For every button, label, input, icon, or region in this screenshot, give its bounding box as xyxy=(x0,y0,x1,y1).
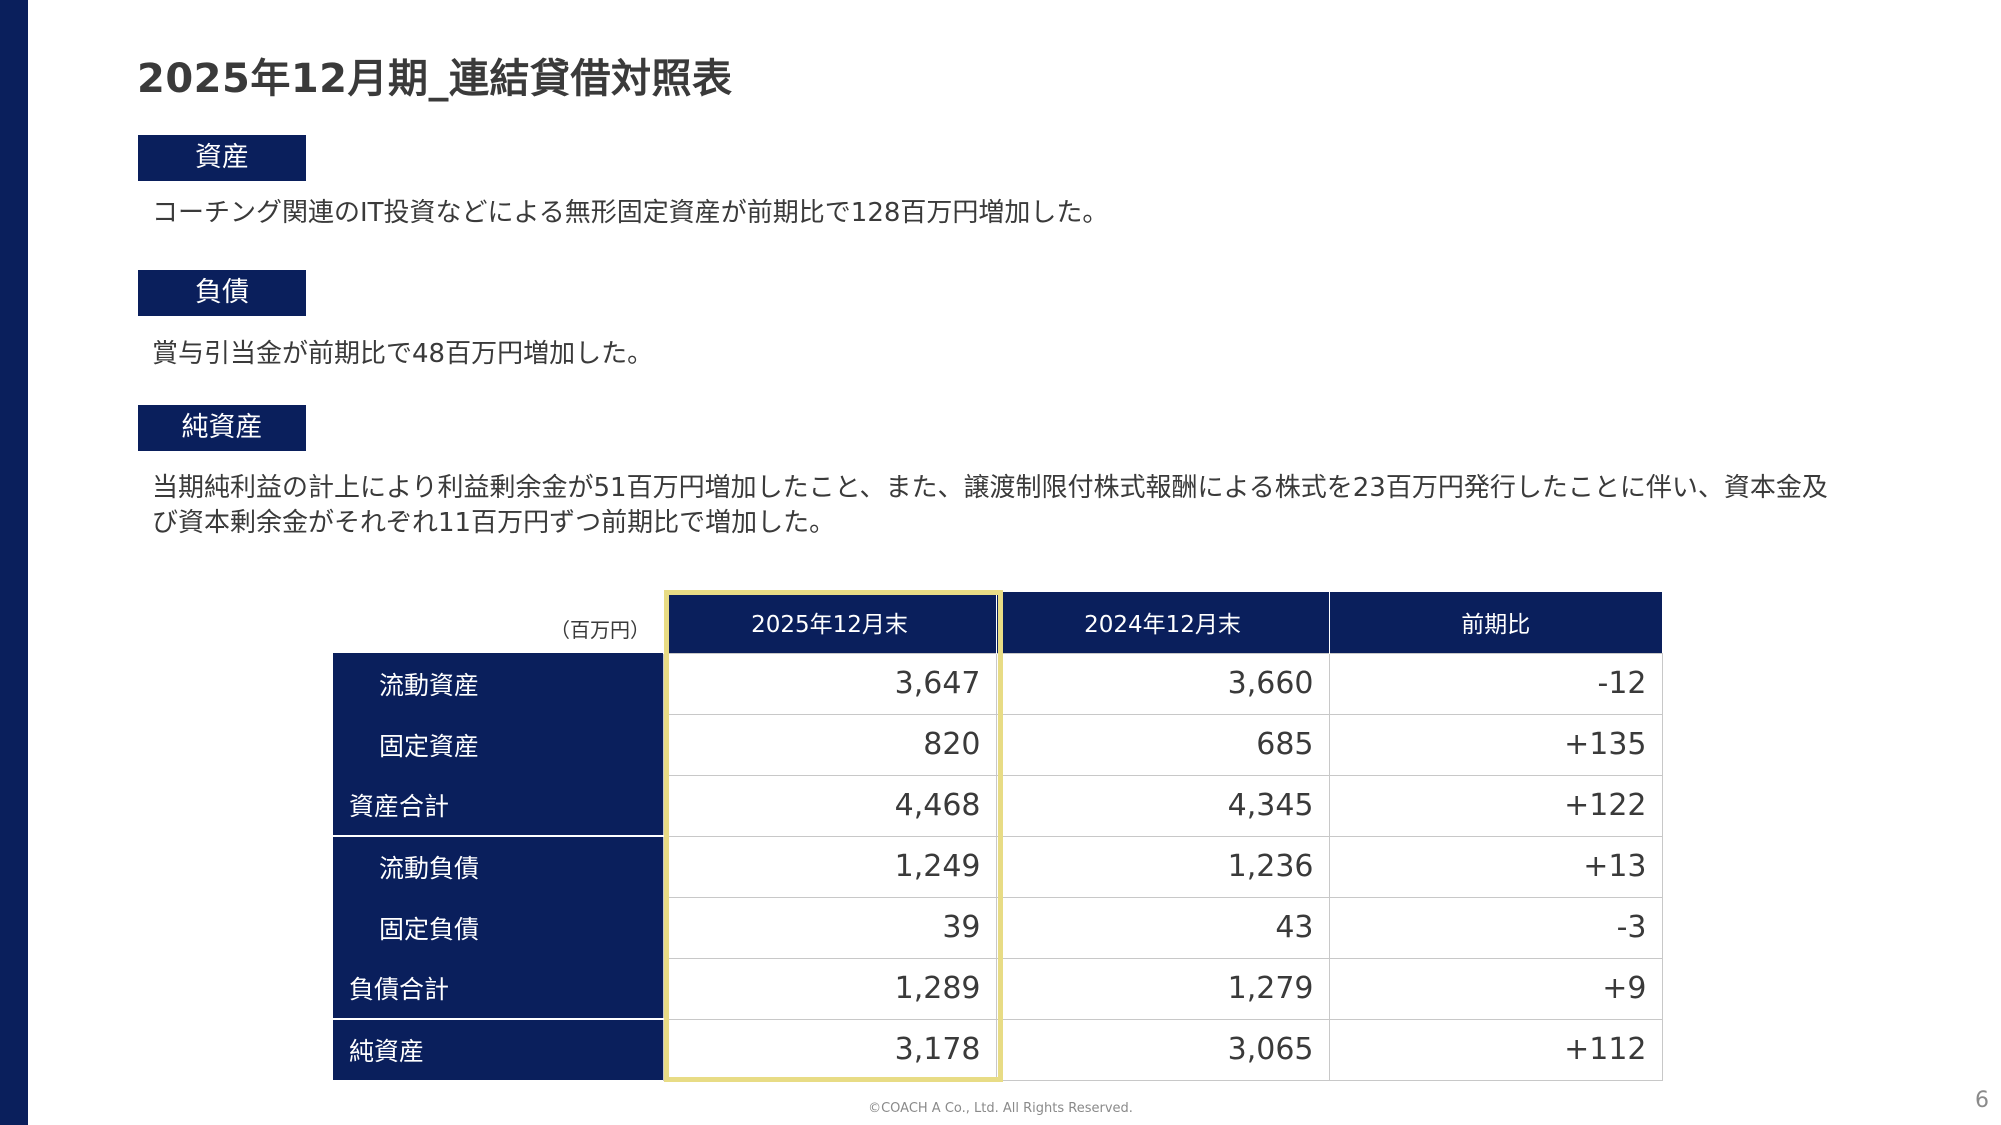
cell-fy2025: 4,468 xyxy=(662,774,997,837)
section-tag-assets: 資産 xyxy=(138,135,306,181)
table-row: 資産合計 4,468 4,345 +122 xyxy=(333,774,1663,837)
cell-change: +9 xyxy=(1328,957,1663,1020)
header-blank xyxy=(333,592,663,653)
cell-change: +13 xyxy=(1328,835,1663,898)
section-tag-liabilities: 負債 xyxy=(138,270,306,316)
table-row: 純資産 3,178 3,065 +112 xyxy=(333,1018,1663,1081)
table-row: 固定資産 820 685 +135 xyxy=(333,713,1663,776)
side-accent-bar xyxy=(0,0,28,1125)
row-label: 流動負債 xyxy=(333,835,663,897)
page-title: 2025年12月期_連結貸借対照表 xyxy=(137,56,733,102)
section-tag-net-assets: 純資産 xyxy=(138,405,306,451)
cell-fy2025: 820 xyxy=(662,713,997,776)
section-text-assets: コーチング関連のIT投資などによる無形固定資産が前期比で128百万円増加した。 xyxy=(152,198,1109,228)
table-row: 負債合計 1,289 1,279 +9 xyxy=(333,957,1663,1020)
section-text-net-assets: 当期純利益の計上により利益剰余金が51百万円増加したこと、また、譲渡制限付株式報… xyxy=(152,473,1828,538)
col-header-fy2025: 2025年12月末 xyxy=(662,592,996,653)
cell-fy2024: 685 xyxy=(995,713,1330,776)
cell-fy2025: 3,178 xyxy=(662,1018,997,1081)
row-label: 固定資産 xyxy=(333,714,663,775)
copyright-footer: ©COACH A Co., Ltd. All Rights Reserved. xyxy=(868,1101,1133,1116)
col-header-fy2024: 2024年12月末 xyxy=(995,592,1329,653)
cell-fy2025: 3,647 xyxy=(662,652,997,715)
page-number: 6 xyxy=(1975,1088,1989,1113)
cell-fy2024: 3,660 xyxy=(995,652,1330,715)
balance-sheet-table: 2025年12月末 2024年12月末 前期比 流動資産 3,647 3,660… xyxy=(333,592,1663,1081)
cell-change: +122 xyxy=(1328,774,1663,837)
table-row: 流動資産 3,647 3,660 -12 xyxy=(333,652,1663,715)
cell-fy2025: 1,289 xyxy=(662,957,997,1020)
cell-change: -3 xyxy=(1328,896,1663,959)
cell-fy2025: 1,249 xyxy=(662,835,997,898)
cell-fy2025: 39 xyxy=(662,896,997,959)
cell-change: +135 xyxy=(1328,713,1663,776)
cell-fy2024: 43 xyxy=(995,896,1330,959)
table-header-row: 2025年12月末 2024年12月末 前期比 xyxy=(333,592,1662,653)
cell-fy2024: 3,065 xyxy=(995,1018,1330,1081)
row-label: 流動資産 xyxy=(333,653,663,714)
cell-change: +112 xyxy=(1328,1018,1663,1081)
cell-fy2024: 1,236 xyxy=(995,835,1330,898)
cell-change: -12 xyxy=(1328,652,1663,715)
section-text-liabilities: 賞与引当金が前期比で48百万円増加した。 xyxy=(152,339,654,369)
table-row: 流動負債 1,249 1,236 +13 xyxy=(333,835,1663,898)
row-label: 純資産 xyxy=(333,1018,663,1080)
table-row: 固定負債 39 43 -3 xyxy=(333,896,1663,959)
cell-fy2024: 4,345 xyxy=(995,774,1330,837)
row-label: 負債合計 xyxy=(333,958,663,1019)
row-label: 固定負債 xyxy=(333,897,663,958)
row-label: 資産合計 xyxy=(333,775,663,836)
cell-fy2024: 1,279 xyxy=(995,957,1330,1020)
col-header-change: 前期比 xyxy=(1328,592,1662,653)
